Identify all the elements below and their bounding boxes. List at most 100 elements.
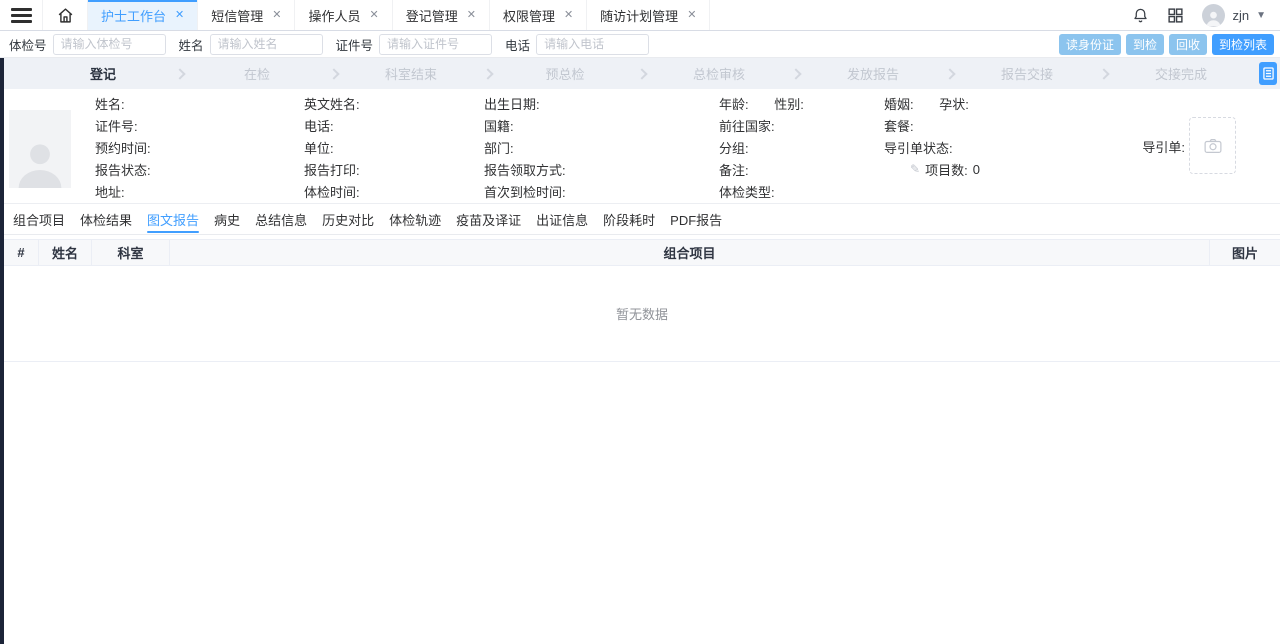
field-appointment-time: 预约时间: [95,138,304,157]
field-marriage: 婚姻: [884,97,914,112]
step-report-issued: 发放报告 [804,64,942,83]
home-icon [57,7,74,24]
guide-sheet-label: 导引单: [1142,137,1185,156]
project-count-value: 0 [973,162,980,177]
tab-certificate-info[interactable]: 出证信息 [536,204,588,234]
recycle-button[interactable]: 回收 [1169,34,1207,55]
tab-close-icon[interactable]: ✕ [175,10,184,21]
field-nationality: 国籍: [484,116,719,135]
tab-operators[interactable]: 操作人员 ✕ [295,0,392,30]
name-input[interactable] [210,34,323,55]
field-department: 部门: [484,138,719,157]
action-buttons: 读身份证 到检 回收 到检列表 [1059,34,1274,55]
read-id-card-button[interactable]: 读身份证 [1059,34,1121,55]
chevron-right-icon [636,68,647,79]
search-toolbar: 体检号 姓名 证件号 电话 读身份证 到检 回收 到检列表 [0,31,1280,58]
table-header: # 姓名 科室 组合项目 图片 [4,239,1280,266]
column-index: # [4,240,39,265]
field-report-pickup-method: 报告领取方式: [484,160,719,179]
bell-icon [1132,6,1149,24]
tab-label: 操作人员 [308,6,360,25]
tab-combo-items[interactable]: 组合项目 [13,204,65,234]
field-package: 套餐: [884,116,1184,135]
step-handover-complete: 交接完成 [1112,64,1250,83]
field-remark: 备注: [719,160,884,179]
tab-label: 随访计划管理 [600,6,678,25]
search-field-exam-no: 体检号 [9,34,166,55]
field-project-count: ✎ 项目数: 0 [884,160,1184,179]
tab-history-compare[interactable]: 历史对比 [322,204,374,234]
patient-fields-grid: 姓名: 英文姓名: 出生日期: 年龄: 性别: 婚姻: 孕状: 证件号: 电话:… [95,92,1184,202]
report-table: # 姓名 科室 组合项目 图片 暂无数据 [4,239,1280,362]
tab-label: 护士工作台 [101,6,166,25]
field-first-arrival-time: 首次到检时间: [484,182,719,201]
tab-close-icon[interactable]: ✕ [467,10,476,21]
tab-sms-management[interactable]: 短信管理 ✕ [198,0,295,30]
app-grid-button[interactable] [1167,7,1184,24]
tab-permission-management[interactable]: 权限管理 ✕ [490,0,587,30]
column-name: 姓名 [39,240,92,265]
chevron-right-icon [482,68,493,79]
arrival-list-button[interactable]: 到检列表 [1212,34,1274,55]
field-guide-sheet-status: 导引单状态: [884,138,1184,157]
name-label: 姓名 [179,35,204,54]
exam-no-label: 体检号 [9,35,47,54]
tab-medical-history[interactable]: 病史 [214,204,240,234]
field-birth-date: 出生日期: [484,94,719,113]
tab-label: 权限管理 [503,6,555,25]
topbar-right: zjn ▼ [1132,0,1280,30]
user-name: zjn [1232,8,1249,23]
step-report-handover: 报告交接 [958,64,1096,83]
field-destination-country: 前往国家: [719,116,884,135]
tab-label: 短信管理 [211,6,263,25]
field-gender: 性别: [774,97,804,112]
field-exam-time: 体检时间: [304,182,484,201]
user-avatar-icon [1204,8,1223,27]
chevron-right-icon [944,68,955,79]
phone-input[interactable] [536,34,649,55]
field-exam-type: 体检类型: [719,182,884,201]
step-registered: 登记 [34,64,172,83]
avatar [1202,4,1225,27]
project-count-label: 项目数: [925,160,968,179]
tab-registration-management[interactable]: 登记管理 ✕ [393,0,490,30]
tab-home[interactable] [42,0,88,30]
pencil-edit-icon[interactable]: ✎ [910,162,920,176]
chevron-right-icon [1098,68,1109,79]
field-report-print: 报告打印: [304,160,484,179]
tab-close-icon[interactable]: ✕ [369,10,378,21]
field-english-name: 英文姓名: [304,94,484,113]
list-card-icon [1263,67,1274,80]
user-menu[interactable]: zjn ▼ [1202,4,1266,27]
tab-exam-track[interactable]: 体检轨迹 [389,204,441,234]
chevron-right-icon [174,68,185,79]
column-department: 科室 [92,240,170,265]
step-department-finished: 科室结束 [342,64,480,83]
tab-close-icon[interactable]: ✕ [564,10,573,21]
tab-image-text-report[interactable]: 图文报告 [147,204,199,234]
guide-sheet-upload-box[interactable] [1189,117,1236,174]
tab-stage-duration[interactable]: 阶段耗时 [603,204,655,234]
phone-label: 电话 [505,35,530,54]
arrive-check-button[interactable]: 到检 [1126,34,1164,55]
exam-no-input[interactable] [53,34,166,55]
guide-sheet-button[interactable] [1259,62,1277,85]
tab-vaccine-certificates[interactable]: 疫苗及译证 [456,204,521,234]
search-field-phone: 电话 [505,34,649,55]
step-summary-review: 总检审核 [650,64,788,83]
id-number-input[interactable] [379,34,492,55]
chevron-down-icon: ▼ [1256,10,1266,21]
patient-info-panel: 姓名: 英文姓名: 出生日期: 年龄: 性别: 婚姻: 孕状: 证件号: 电话:… [4,89,1280,204]
tab-followup-plan-management[interactable]: 随访计划管理 ✕ [587,0,710,30]
tab-nurse-workbench[interactable]: 护士工作台 ✕ [88,0,198,30]
tab-close-icon[interactable]: ✕ [687,10,696,21]
notification-bell-button[interactable] [1132,6,1149,24]
tab-exam-results[interactable]: 体检结果 [80,204,132,234]
menu-toggle-button[interactable] [0,0,42,30]
exam-progress-steps: 登记 在检 科室结束 预总检 总检审核 发放报告 报告交接 交接完成 [4,58,1280,89]
tab-pdf-report[interactable]: PDF报告 [670,204,722,234]
field-marriage-pregnancy: 婚姻: 孕状: [884,94,1184,113]
tab-summary-info[interactable]: 总结信息 [255,204,307,234]
step-in-exam: 在检 [188,64,326,83]
tab-close-icon[interactable]: ✕ [272,10,281,21]
